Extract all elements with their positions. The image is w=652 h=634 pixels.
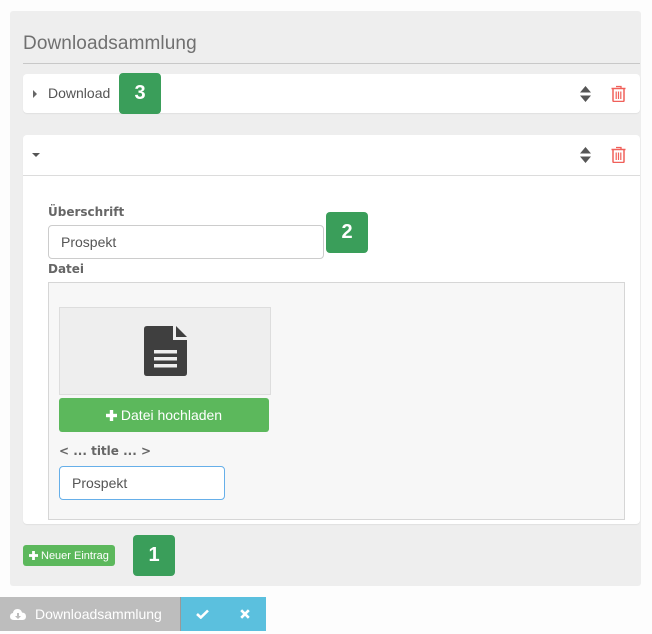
- entry-card-expanded: Überschrift Datei Datei hochladen: [23, 135, 640, 524]
- bottom-toolbar: Downloadsammlung: [0, 597, 266, 631]
- cloud-download-icon: [10, 609, 26, 620]
- entry-header[interactable]: Download: [23, 74, 640, 114]
- toolbar-title-text: Downloadsammlung: [35, 606, 162, 622]
- plus-icon: [105, 409, 117, 421]
- file-text-icon: [143, 326, 187, 376]
- close-icon: [239, 609, 250, 619]
- annotation-badge-1: 1: [133, 535, 175, 576]
- upload-button-label: Datei hochladen: [120, 407, 223, 423]
- trash-icon[interactable]: [611, 146, 626, 163]
- caret-right-icon[interactable]: [33, 90, 37, 98]
- new-entry-button[interactable]: Neuer Eintrag: [23, 545, 115, 566]
- sort-icon[interactable]: [580, 86, 591, 102]
- entry-card-collapsed: Download: [23, 74, 640, 113]
- downloadsammlung-panel: Downloadsammlung Download Überschrift Pr…: [10, 11, 641, 586]
- heading-label: Überschrift: [48, 205, 125, 219]
- toolbar-title: Downloadsammlung: [0, 597, 181, 631]
- trash-icon[interactable]: [611, 85, 626, 102]
- confirm-button[interactable]: [181, 597, 223, 631]
- plus-icon: [29, 551, 38, 560]
- panel-title: Downloadsammlung: [23, 33, 197, 54]
- heading-input[interactable]: [48, 225, 324, 259]
- title-input[interactable]: [59, 466, 225, 500]
- entry-label: Download: [48, 85, 111, 101]
- upload-file-button[interactable]: Datei hochladen: [59, 398, 269, 432]
- file-label: Datei: [48, 262, 85, 276]
- annotation-badge-2: 2: [326, 212, 368, 253]
- annotation-badge-3: 3: [119, 73, 161, 114]
- sort-icon[interactable]: [580, 147, 591, 163]
- file-preview: [59, 307, 271, 395]
- entry-header[interactable]: [23, 135, 640, 176]
- title-divider: [23, 63, 640, 64]
- caret-down-icon[interactable]: [32, 153, 40, 157]
- cancel-button[interactable]: [223, 597, 266, 631]
- new-entry-label: Neuer Eintrag: [41, 549, 109, 562]
- check-icon: [195, 609, 209, 619]
- file-upload-area: Datei hochladen < ... title ... >: [48, 282, 625, 520]
- title-label: < ... title ... >: [59, 444, 152, 458]
